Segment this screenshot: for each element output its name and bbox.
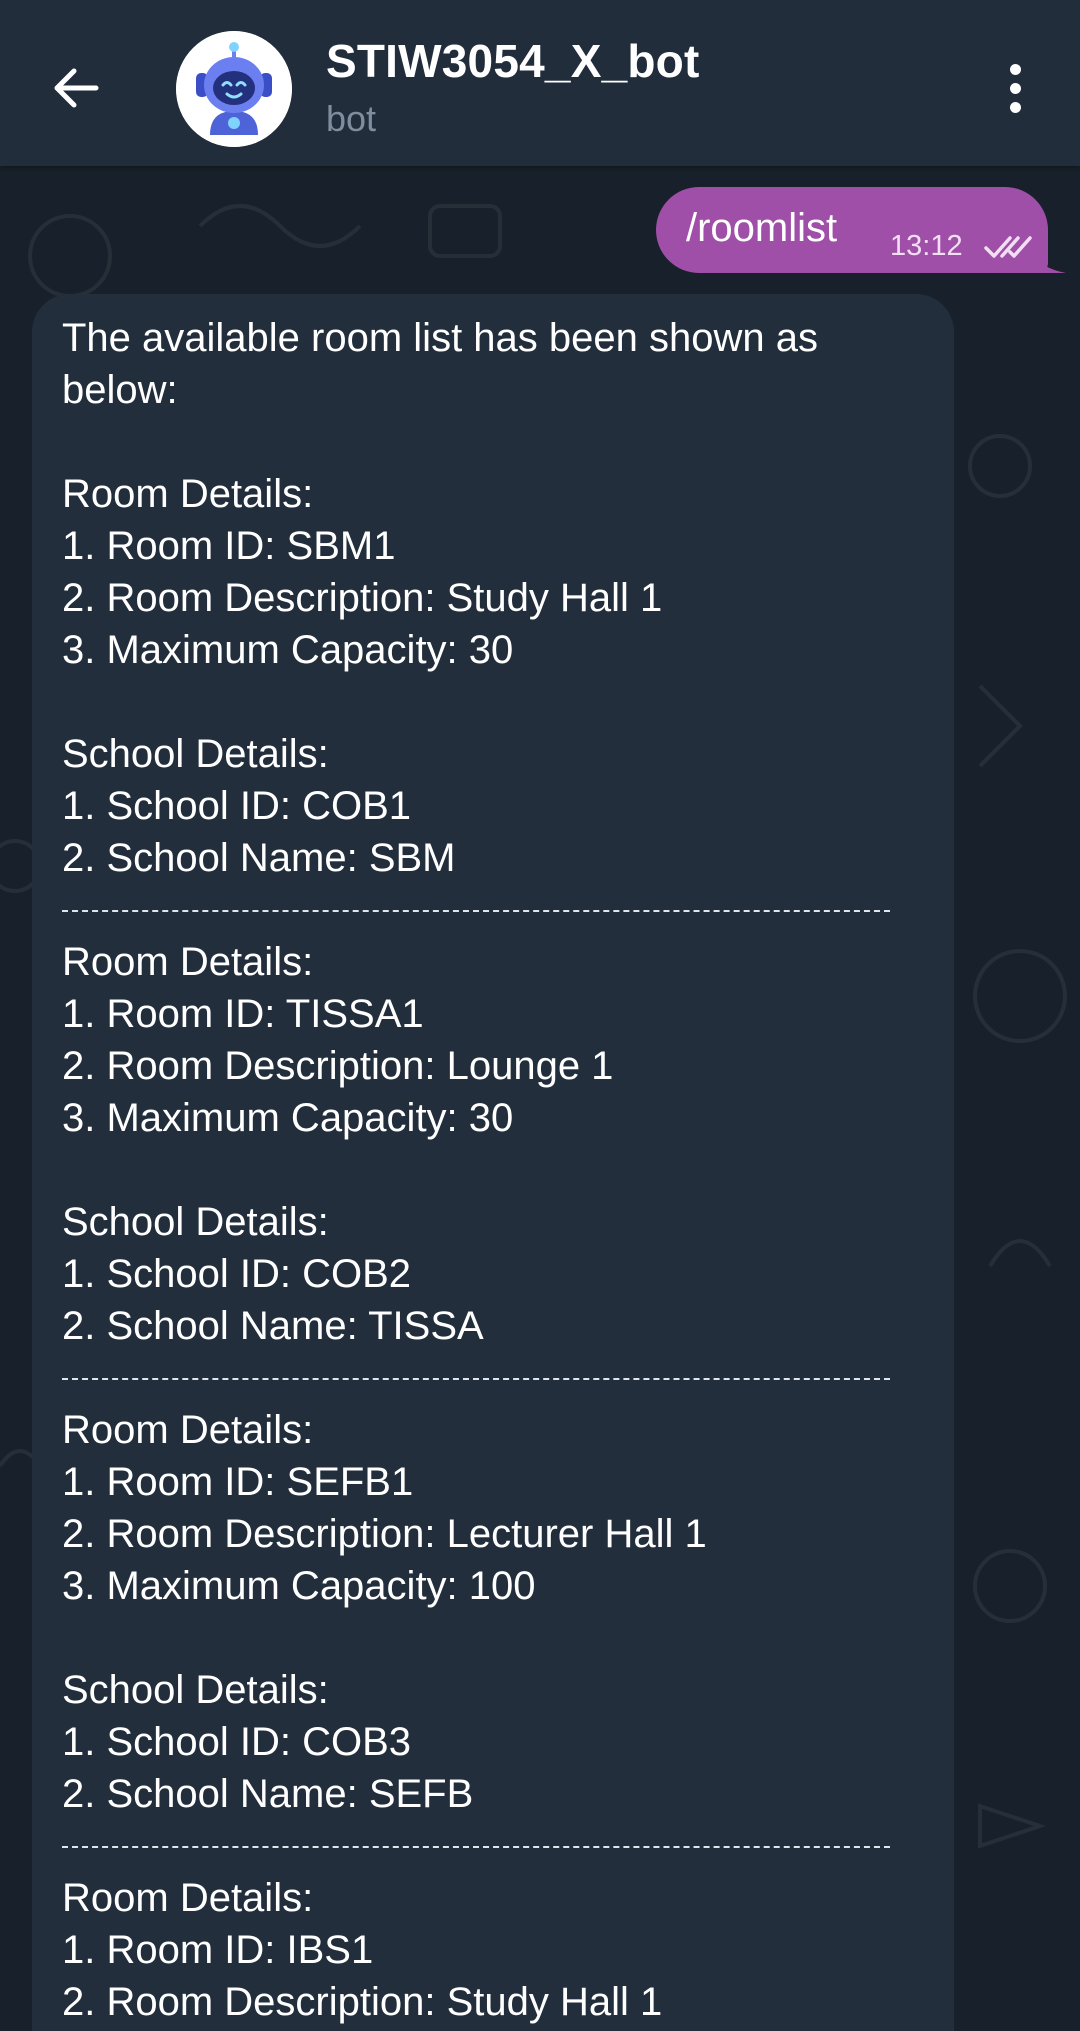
room-capacity-line: 3. Maximum Capacity: 30 bbox=[62, 1096, 514, 1140]
room-capacity-line: 3. Maximum Capacity: 100 bbox=[62, 1564, 536, 1608]
message-intro-line: The available room list has been shown a… bbox=[62, 316, 818, 360]
back-button[interactable] bbox=[40, 52, 112, 124]
bot-avatar[interactable] bbox=[176, 31, 292, 147]
room-description-line: 2. Room Description: Lounge 1 bbox=[62, 1044, 614, 1088]
room-description-line: 2. Room Description: Study Hall 1 bbox=[62, 1980, 663, 2024]
room-description-line: 2. Room Description: Lecturer Hall 1 bbox=[62, 1512, 707, 1556]
room-capacity-line: 3. Maximum Capacity: 30 bbox=[62, 628, 514, 672]
outgoing-message-text: /roomlist bbox=[686, 206, 838, 250]
chat-subtitle: bot bbox=[326, 98, 377, 139]
message-time: 13:12 bbox=[890, 230, 963, 262]
room-id-line: 1. Room ID: SEFB1 bbox=[62, 1460, 414, 1504]
room-details-header: Room Details: bbox=[62, 472, 314, 516]
school-name-line: 2. School Name: TISSA bbox=[62, 1304, 484, 1348]
arrow-left-icon bbox=[54, 68, 99, 108]
room-details-header: Room Details: bbox=[62, 940, 314, 984]
room-id-line: 1. Room ID: TISSA1 bbox=[62, 992, 424, 1036]
room-description-line: 2. Room Description: Study Hall 1 bbox=[62, 576, 663, 620]
school-details-header: School Details: bbox=[62, 1200, 329, 1244]
room-details-header: Room Details: bbox=[62, 1408, 314, 1452]
block-divider bbox=[62, 1378, 890, 1380]
school-details-header: School Details: bbox=[62, 1668, 329, 1712]
chat-header: STIW3054_X_bot bot bbox=[0, 0, 1080, 166]
block-divider bbox=[62, 910, 890, 912]
school-details-header: School Details: bbox=[62, 732, 329, 776]
chat-screen: STIW3054_X_bot bot /roomlist 13:12 The a… bbox=[0, 0, 1080, 2031]
double-check-icon bbox=[984, 236, 1032, 258]
block-divider bbox=[62, 1846, 890, 1848]
room-id-line: 1. Room ID: SBM1 bbox=[62, 524, 396, 568]
more-options-button[interactable] bbox=[990, 56, 1040, 120]
school-name-line: 2. School Name: SEFB bbox=[62, 1772, 474, 1816]
school-id-line: 1. School ID: COB3 bbox=[62, 1720, 412, 1764]
message-intro-line: below: bbox=[62, 368, 178, 412]
school-name-line: 2. School Name: SBM bbox=[62, 836, 456, 880]
more-vertical-icon bbox=[1009, 63, 1021, 75]
school-id-line: 1. School ID: COB2 bbox=[62, 1252, 412, 1296]
chat-title[interactable]: STIW3054_X_bot bbox=[326, 34, 699, 88]
room-id-line: 1. Room ID: IBS1 bbox=[62, 1928, 374, 1972]
school-id-line: 1. School ID: COB1 bbox=[62, 784, 412, 828]
room-details-header: Room Details: bbox=[62, 1876, 314, 1920]
robot-avatar-icon bbox=[176, 31, 292, 147]
bubble-tail bbox=[1030, 245, 1066, 273]
